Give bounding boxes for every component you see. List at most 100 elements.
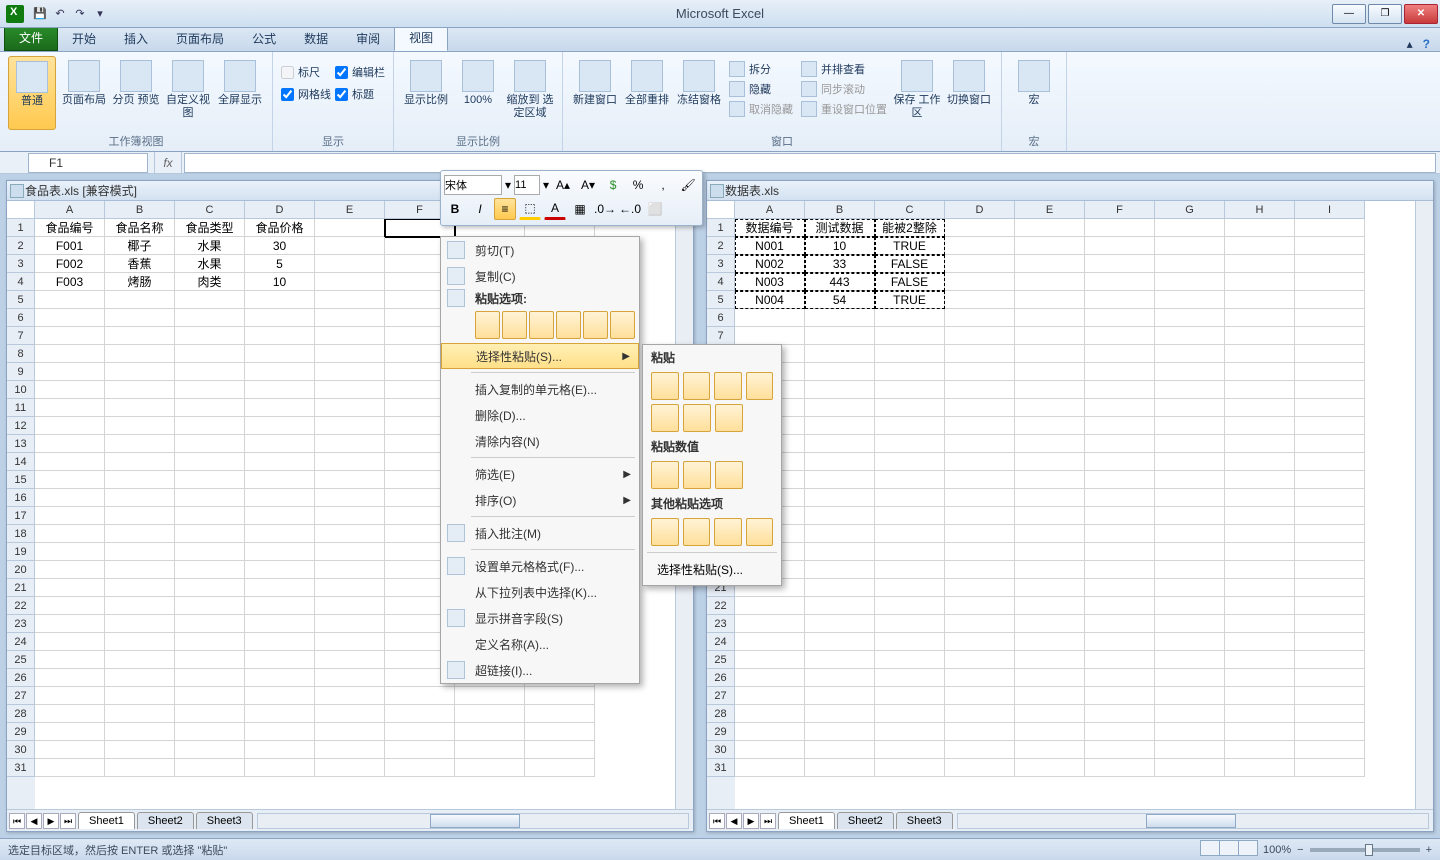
sheet-nav-prev[interactable]: ◀: [26, 813, 42, 829]
cell[interactable]: [735, 327, 805, 345]
cell[interactable]: [945, 651, 1015, 669]
cell[interactable]: [1155, 561, 1225, 579]
decrease-decimal-icon[interactable]: ←.0: [619, 198, 641, 220]
cell[interactable]: [105, 525, 175, 543]
menu-define-name[interactable]: 定义名称(A)...: [441, 631, 639, 657]
sheet-nav-next[interactable]: ▶: [43, 813, 59, 829]
cell[interactable]: [1015, 273, 1085, 291]
cell[interactable]: [175, 543, 245, 561]
cell[interactable]: [1085, 471, 1155, 489]
increase-font-icon[interactable]: A▴: [552, 174, 574, 196]
cell[interactable]: 香蕉: [105, 255, 175, 273]
cell[interactable]: 54: [805, 291, 875, 309]
cell[interactable]: [385, 741, 455, 759]
cell[interactable]: [1225, 363, 1295, 381]
cell[interactable]: [805, 615, 875, 633]
cell[interactable]: [175, 597, 245, 615]
cell[interactable]: [945, 543, 1015, 561]
cell[interactable]: [1155, 597, 1225, 615]
cell[interactable]: [945, 363, 1015, 381]
cell[interactable]: [1295, 471, 1365, 489]
cell[interactable]: [1295, 309, 1365, 327]
cell[interactable]: [1225, 669, 1295, 687]
grid-right[interactable]: ABCDEFGHI 123456789101112131415161718192…: [707, 201, 1433, 809]
cell[interactable]: [1225, 633, 1295, 651]
cell[interactable]: [875, 723, 945, 741]
cell[interactable]: [175, 453, 245, 471]
cell[interactable]: 数据编号: [735, 219, 805, 237]
cell[interactable]: [945, 273, 1015, 291]
cell[interactable]: [805, 381, 875, 399]
cell[interactable]: [35, 435, 105, 453]
cell[interactable]: [875, 309, 945, 327]
cell[interactable]: [1015, 723, 1085, 741]
cell[interactable]: [735, 687, 805, 705]
cell[interactable]: [35, 633, 105, 651]
cell[interactable]: [105, 651, 175, 669]
cell[interactable]: [175, 741, 245, 759]
cell[interactable]: [35, 579, 105, 597]
menu-insert-comment[interactable]: 插入批注(M): [441, 520, 639, 546]
cell[interactable]: [805, 435, 875, 453]
maximize-button[interactable]: ❐: [1368, 4, 1402, 24]
zoom-slider[interactable]: [1310, 848, 1420, 852]
cell[interactable]: [1085, 723, 1155, 741]
gridlines-checkbox[interactable]: 网格线: [281, 86, 331, 102]
cell[interactable]: [1295, 417, 1365, 435]
cell[interactable]: 肉类: [175, 273, 245, 291]
submenu-paste-special-dialog[interactable]: 选择性粘贴(S)...: [643, 557, 781, 581]
cell[interactable]: [175, 687, 245, 705]
cell[interactable]: [945, 507, 1015, 525]
cell[interactable]: [945, 327, 1015, 345]
cell[interactable]: [245, 759, 315, 777]
tab-formula[interactable]: 公式: [238, 26, 290, 51]
cell[interactable]: [805, 453, 875, 471]
cell[interactable]: [805, 327, 875, 345]
cell[interactable]: [1015, 435, 1085, 453]
cell[interactable]: [1225, 561, 1295, 579]
cell[interactable]: [1085, 525, 1155, 543]
cell[interactable]: [35, 453, 105, 471]
zoom-in-button[interactable]: +: [1426, 844, 1432, 856]
cell[interactable]: [1295, 741, 1365, 759]
cell[interactable]: [805, 741, 875, 759]
minimize-ribbon-icon[interactable]: ▴: [1407, 37, 1413, 51]
cell[interactable]: [245, 291, 315, 309]
cell[interactable]: [35, 381, 105, 399]
cell[interactable]: [945, 435, 1015, 453]
select-all-corner[interactable]: [707, 201, 735, 219]
cell[interactable]: [1015, 651, 1085, 669]
cell[interactable]: [805, 633, 875, 651]
cell[interactable]: [35, 399, 105, 417]
cell[interactable]: [245, 633, 315, 651]
cell[interactable]: [1085, 399, 1155, 417]
cell[interactable]: [1085, 435, 1155, 453]
hide-button[interactable]: 隐藏: [727, 80, 795, 98]
cell[interactable]: [35, 471, 105, 489]
cell[interactable]: [105, 633, 175, 651]
cell[interactable]: [245, 507, 315, 525]
cell[interactable]: [1155, 687, 1225, 705]
menu-sort[interactable]: 排序(O)▶: [441, 487, 639, 513]
paste-formulas-icon[interactable]: [683, 372, 711, 400]
align-center-icon[interactable]: ≡: [494, 198, 516, 220]
cell[interactable]: [35, 507, 105, 525]
cell[interactable]: [945, 669, 1015, 687]
cell[interactable]: 30: [245, 237, 315, 255]
cell[interactable]: [875, 669, 945, 687]
cell[interactable]: [735, 615, 805, 633]
cell[interactable]: [385, 759, 455, 777]
cell[interactable]: [1295, 237, 1365, 255]
cell[interactable]: [245, 363, 315, 381]
fullscreen-button[interactable]: 全屏显示: [216, 56, 264, 130]
cell[interactable]: [1085, 309, 1155, 327]
cell[interactable]: [1225, 273, 1295, 291]
cell[interactable]: [875, 579, 945, 597]
cell[interactable]: [1015, 219, 1085, 237]
cell[interactable]: [1085, 705, 1155, 723]
cell[interactable]: [105, 417, 175, 435]
cell[interactable]: [105, 669, 175, 687]
cell[interactable]: [945, 345, 1015, 363]
cell[interactable]: [1155, 543, 1225, 561]
split-button[interactable]: 拆分: [727, 60, 795, 78]
